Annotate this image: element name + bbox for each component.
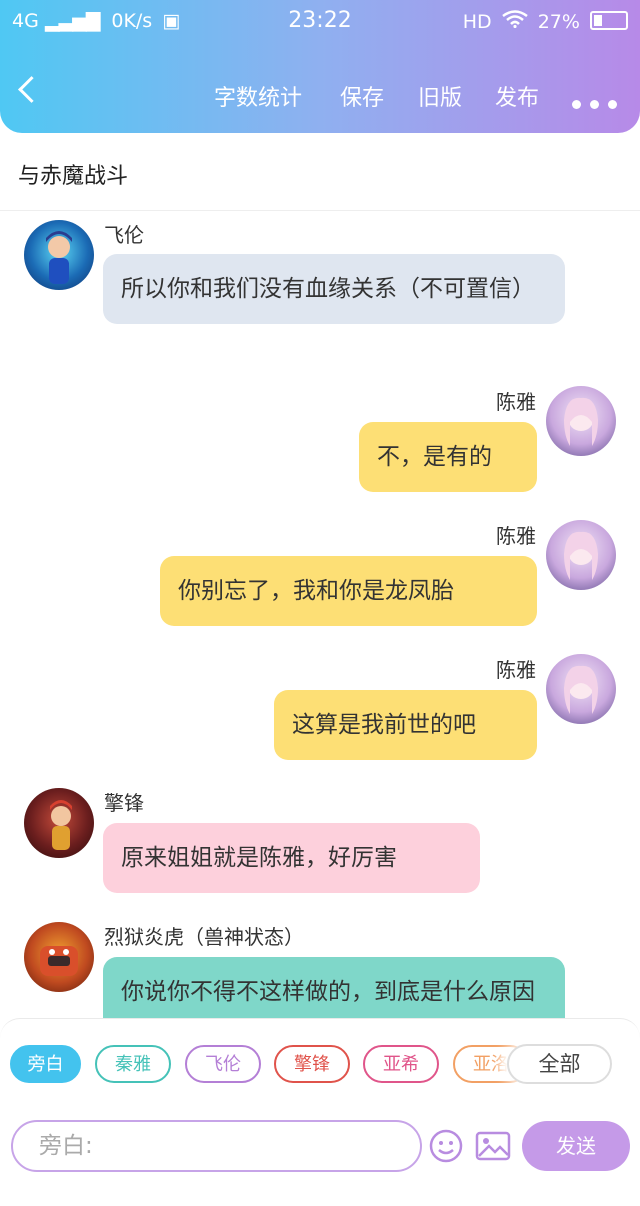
battery-percent: 27% (537, 11, 580, 33)
back-icon[interactable] (18, 76, 45, 103)
speaker-name: 陈雅 (496, 390, 536, 414)
wifi-icon (501, 10, 534, 33)
role-chip[interactable]: 擎锋 (274, 1045, 350, 1083)
avatar[interactable] (24, 788, 94, 858)
message-bubble[interactable]: 原来姐姐就是陈雅，好厉害 (103, 823, 480, 893)
speaker-name: 陈雅 (496, 524, 536, 548)
message-bubble[interactable]: 不，是有的 (359, 422, 537, 492)
message-text-field[interactable] (37, 1122, 401, 1170)
avatar[interactable] (24, 220, 94, 290)
message-bubble[interactable]: 所以你和我们没有血缘关系（不可置信） (103, 254, 565, 324)
word-count-button[interactable]: 字数统计 (214, 80, 302, 114)
avatar[interactable] (546, 520, 616, 590)
role-chip[interactable]: 秦雅 (95, 1045, 171, 1083)
old-version-button[interactable]: 旧版 (418, 80, 462, 114)
speaker-name: 烈狱炎虎（兽神状态） (104, 925, 304, 949)
more-icon[interactable] (572, 94, 626, 113)
message-bubble[interactable]: 这算是我前世的吧 (274, 690, 537, 760)
speaker-name: 擎锋 (104, 791, 144, 815)
hd-indicator: HD (462, 11, 492, 33)
speaker-name: 飞伦 (104, 223, 144, 247)
role-chip-narrator[interactable]: 旁白 (10, 1045, 81, 1083)
role-chip[interactable]: 亚希 (363, 1045, 439, 1083)
status-bar: 4G ▂▃▅▇ 0K/s ▣ 23:22 HD 27% (0, 8, 640, 38)
header-bar: 4G ▂▃▅▇ 0K/s ▣ 23:22 HD 27% 字数统计 保存 旧版 发… (0, 0, 640, 133)
speaker-name: 陈雅 (496, 658, 536, 682)
avatar[interactable] (24, 922, 94, 992)
divider (0, 210, 640, 211)
image-icon[interactable] (475, 1131, 511, 1161)
avatar[interactable] (546, 654, 616, 724)
save-button[interactable]: 保存 (340, 80, 384, 114)
message-input[interactable] (11, 1120, 422, 1172)
emoji-icon[interactable] (429, 1129, 463, 1163)
battery-icon (590, 11, 628, 30)
role-chip[interactable]: 飞伦 (185, 1045, 261, 1083)
story-title: 与赤魔战斗 (18, 164, 129, 189)
message-bubble[interactable]: 你别忘了，我和你是龙凤胎 (160, 556, 537, 626)
all-roles-button[interactable]: 全部 (507, 1044, 612, 1084)
avatar[interactable] (546, 386, 616, 456)
publish-button[interactable]: 发布 (495, 80, 539, 114)
send-button[interactable]: 发送 (522, 1121, 630, 1171)
